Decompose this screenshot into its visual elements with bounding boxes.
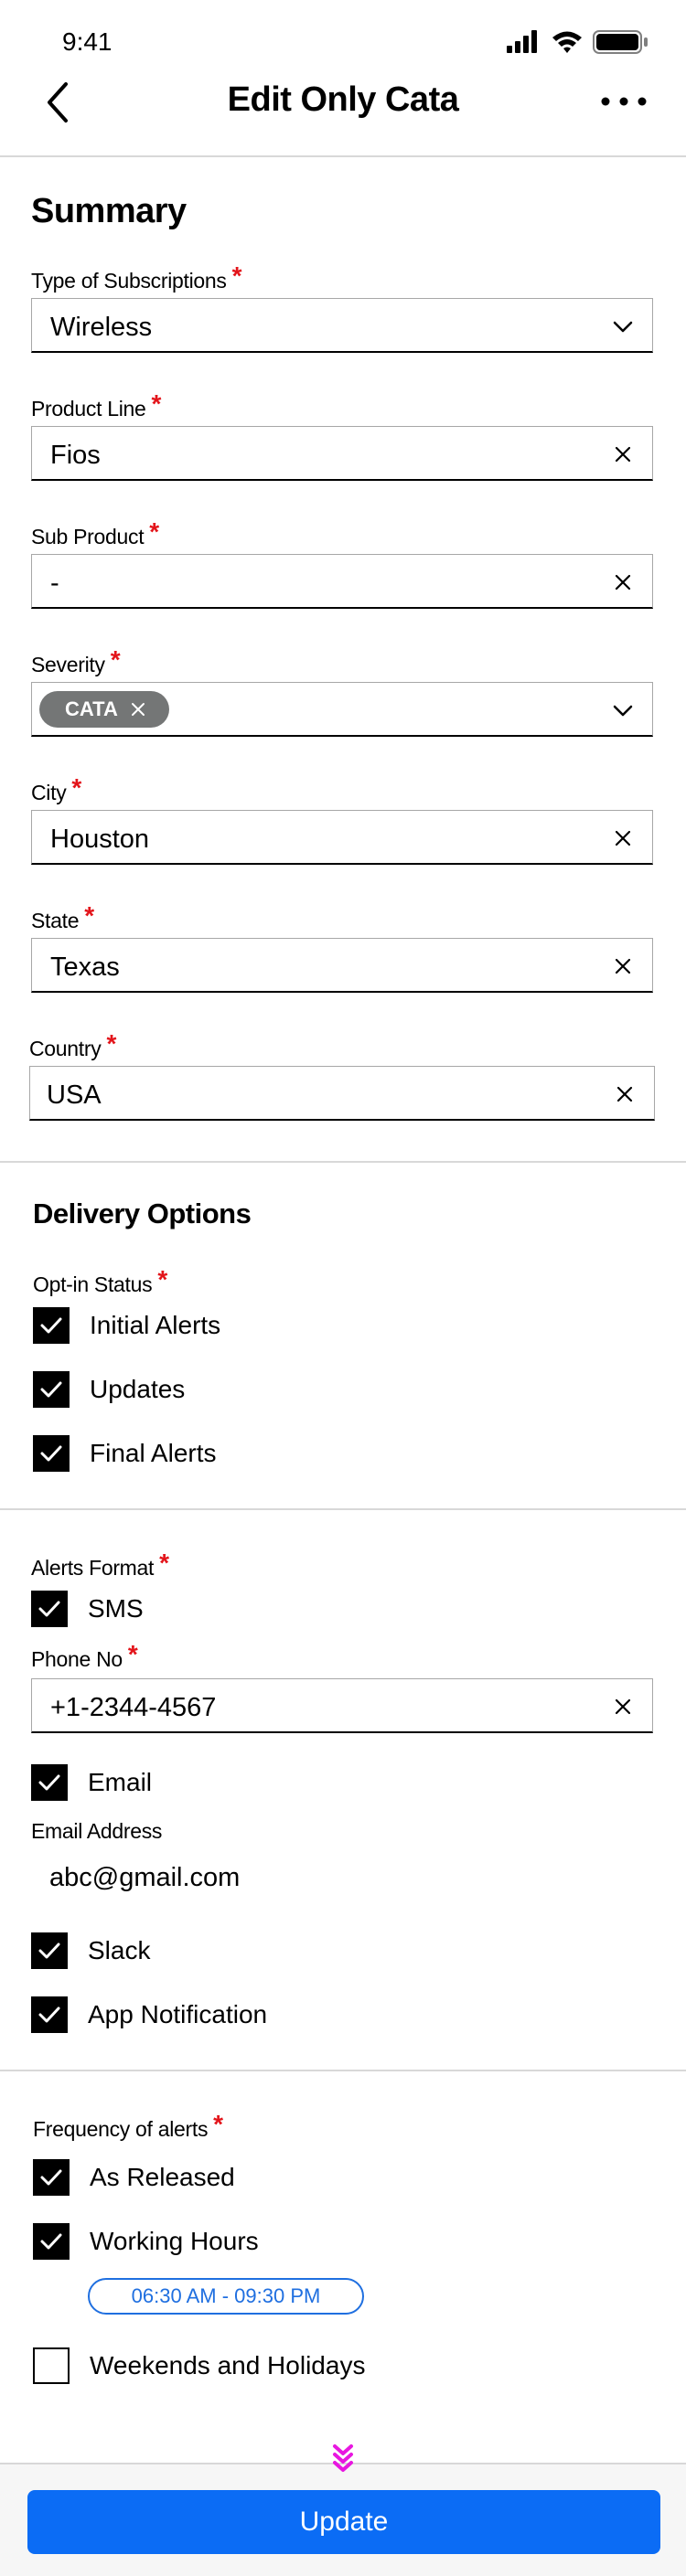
clear-icon[interactable] bbox=[610, 825, 636, 851]
phone-no-field[interactable]: +1-2344-4567 bbox=[31, 1678, 653, 1733]
clear-icon[interactable] bbox=[612, 1081, 638, 1107]
as-released-label: As Released bbox=[90, 2163, 235, 2191]
checkbox-checked-icon[interactable] bbox=[33, 2223, 70, 2260]
frequency-label: Frequency of alerts * bbox=[33, 2110, 223, 2141]
clear-icon[interactable] bbox=[610, 953, 636, 979]
alerts-format-slack[interactable]: Slack bbox=[31, 1932, 150, 1969]
optin-updates[interactable]: Updates bbox=[33, 1371, 185, 1408]
optin-final-alerts[interactable]: Final Alerts bbox=[33, 1435, 217, 1472]
severity-select[interactable]: CATA bbox=[31, 682, 653, 737]
type-of-subscriptions-select[interactable]: Wireless bbox=[31, 298, 653, 353]
type-of-subscriptions-label: Type of Subscriptions * bbox=[31, 261, 242, 293]
status-time: 9:41 bbox=[62, 27, 113, 56]
battery-icon bbox=[593, 30, 648, 54]
working-hours-label: Working Hours bbox=[90, 2227, 259, 2255]
header-divider bbox=[0, 155, 686, 157]
state-label: State * bbox=[31, 901, 94, 932]
sub-product-label: Sub Product * bbox=[31, 517, 159, 548]
working-hours-range-button[interactable]: 06:30 AM - 09:30 PM bbox=[88, 2278, 364, 2315]
country-value: USA bbox=[47, 1080, 102, 1110]
country-label: Country * bbox=[29, 1029, 117, 1060]
alerts-format-app-notification[interactable]: App Notification bbox=[31, 1996, 267, 2033]
clear-icon[interactable] bbox=[610, 442, 636, 467]
optin-initial-alerts-label: Initial Alerts bbox=[90, 1311, 221, 1339]
state-field[interactable]: Texas bbox=[31, 938, 653, 993]
optin-status-label: Opt-in Status * bbox=[33, 1265, 167, 1296]
optin-initial-alerts[interactable]: Initial Alerts bbox=[33, 1307, 220, 1344]
slack-label: Slack bbox=[88, 1936, 151, 1964]
checkbox-checked-icon[interactable] bbox=[31, 1932, 68, 1969]
summary-title: Summary bbox=[31, 192, 187, 230]
update-button[interactable]: Update bbox=[27, 2490, 660, 2554]
checkbox-checked-icon[interactable] bbox=[33, 1307, 70, 1344]
checkbox-checked-icon[interactable] bbox=[33, 2159, 70, 2196]
city-field[interactable]: Houston bbox=[31, 810, 653, 865]
sub-product-field[interactable]: - bbox=[31, 554, 653, 609]
checkbox-checked-icon[interactable] bbox=[33, 1371, 70, 1408]
status-icons bbox=[507, 30, 648, 54]
product-line-label: Product Line * bbox=[31, 389, 162, 420]
alerts-format-email[interactable]: Email bbox=[31, 1764, 152, 1801]
chip-close-icon[interactable] bbox=[129, 700, 147, 719]
clear-icon[interactable] bbox=[610, 1694, 636, 1719]
optin-final-alerts-label: Final Alerts bbox=[90, 1439, 217, 1467]
sms-label: SMS bbox=[88, 1594, 144, 1623]
alerts-format-label: Alerts Format * bbox=[31, 1549, 169, 1580]
chevron-down-icon bbox=[613, 705, 633, 717]
wifi-icon bbox=[552, 31, 582, 53]
city-label: City * bbox=[31, 773, 82, 804]
clear-icon[interactable] bbox=[610, 569, 636, 595]
more-options-icon[interactable] bbox=[598, 88, 649, 115]
severity-chip-label: CATA bbox=[65, 697, 118, 720]
email-address-label: Email Address bbox=[31, 1819, 163, 1843]
product-line-field[interactable]: Fios bbox=[31, 426, 653, 481]
weekends-holidays-label: Weekends and Holidays bbox=[90, 2351, 366, 2379]
frequency-weekends-holidays[interactable]: Weekends and Holidays bbox=[33, 2347, 365, 2384]
severity-label: Severity * bbox=[31, 645, 121, 676]
phone-no-label: Phone No * bbox=[31, 1640, 138, 1671]
signal-icon bbox=[507, 30, 537, 53]
product-line-value: Fios bbox=[50, 441, 101, 470]
email-address-value: abc@gmail.com bbox=[49, 1863, 241, 1892]
page-title: Edit Only Cata bbox=[227, 80, 459, 119]
email-label: Email bbox=[88, 1768, 153, 1796]
frequency-as-released[interactable]: As Released bbox=[33, 2159, 235, 2196]
checkbox-checked-icon[interactable] bbox=[31, 1764, 68, 1801]
optin-updates-label: Updates bbox=[90, 1375, 186, 1403]
severity-chip[interactable]: CATA bbox=[39, 691, 169, 728]
alerts-format-sms[interactable]: SMS bbox=[31, 1591, 144, 1627]
sub-product-value: - bbox=[50, 569, 59, 598]
app-notification-label: App Notification bbox=[88, 2000, 268, 2028]
section-divider bbox=[0, 2070, 686, 2071]
phone-no-value: +1-2344-4567 bbox=[50, 1693, 217, 1722]
city-value: Houston bbox=[50, 825, 150, 854]
state-value: Texas bbox=[50, 953, 120, 982]
checkbox-unchecked-icon[interactable] bbox=[33, 2347, 70, 2384]
type-of-subscriptions-value: Wireless bbox=[50, 313, 153, 342]
country-field[interactable]: USA bbox=[29, 1066, 655, 1121]
section-divider bbox=[0, 1508, 686, 1510]
checkbox-checked-icon[interactable] bbox=[31, 1996, 68, 2033]
delivery-options-title: Delivery Options bbox=[33, 1198, 252, 1229]
frequency-working-hours[interactable]: Working Hours bbox=[33, 2223, 259, 2260]
scroll-down-hint-icon[interactable] bbox=[331, 2443, 355, 2474]
chevron-down-icon bbox=[613, 321, 633, 333]
checkbox-checked-icon[interactable] bbox=[33, 1435, 70, 1472]
checkbox-checked-icon[interactable] bbox=[31, 1591, 68, 1627]
section-divider bbox=[0, 1161, 686, 1163]
